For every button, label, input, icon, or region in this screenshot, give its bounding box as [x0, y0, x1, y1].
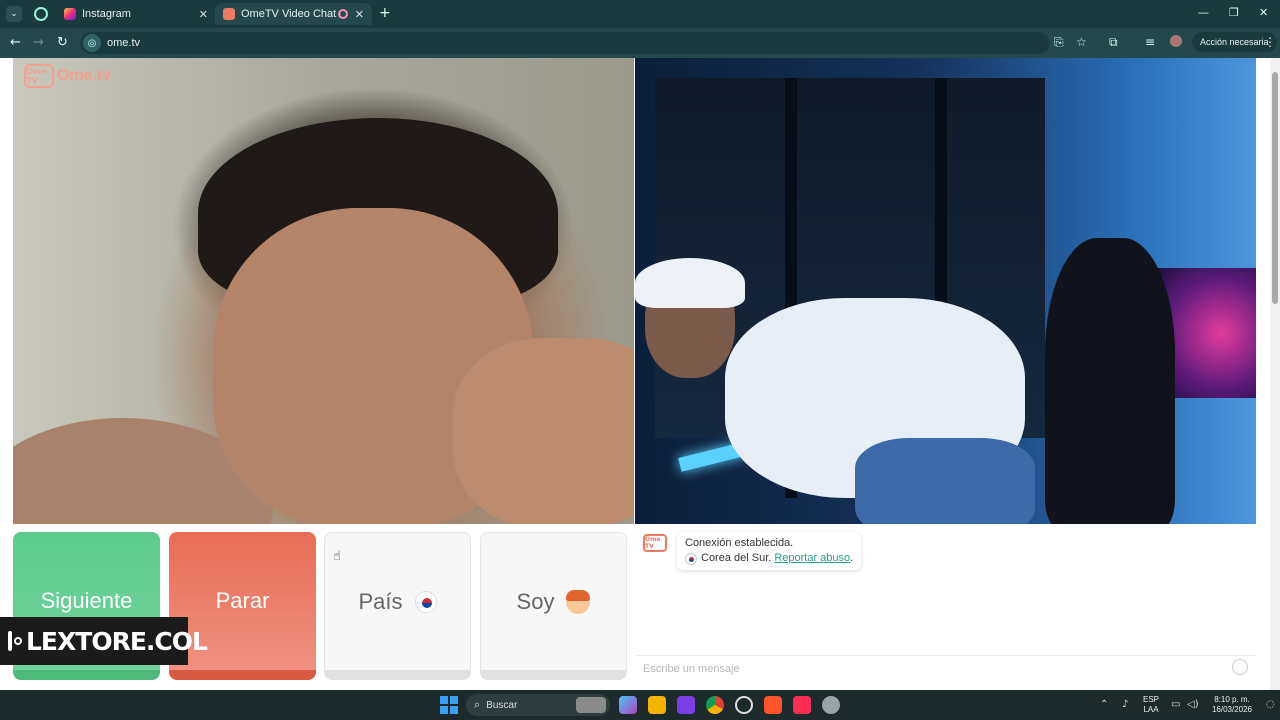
search-highlight-icon	[576, 697, 606, 713]
stop-button[interactable]: Parar	[169, 532, 316, 680]
video-shape	[635, 258, 745, 308]
network-icon[interactable]: ▭	[1171, 699, 1180, 710]
tab-search-chevron-icon[interactable]: ⌄	[6, 6, 22, 22]
instagram-icon	[64, 8, 76, 20]
show-hidden-icons-icon[interactable]: ⌃	[1100, 699, 1108, 710]
gender-button-label: Soy	[516, 588, 555, 614]
hand-cursor-icon: ☝	[333, 549, 341, 564]
chrome-icon[interactable]	[706, 696, 724, 714]
minimize-button[interactable]: —	[1198, 6, 1209, 19]
ometv-logo-badge: Ome TV	[24, 64, 54, 88]
remote-video	[635, 58, 1256, 524]
brave-icon[interactable]	[764, 696, 782, 714]
gender-button[interactable]: Soy	[480, 532, 627, 680]
south-korea-flag-icon	[414, 590, 437, 613]
keyboard-layout: LAA	[1143, 705, 1159, 714]
close-tab-icon[interactable]: ✕	[355, 8, 364, 21]
whatsapp-icon[interactable]	[34, 7, 48, 21]
clock-date: 16/03/2026	[1211, 705, 1253, 714]
ometv-page: Ome TV Ome.tv Siguiente Parar País Soy O…	[0, 58, 1270, 690]
connection-message: Conexión establecida.	[685, 537, 794, 549]
language-indicator[interactable]: ESP LAA	[1143, 695, 1159, 715]
report-abuse-link[interactable]: Reportar abuso	[774, 551, 850, 566]
forward-icon[interactable]: →	[33, 35, 44, 50]
tab-instagram[interactable]: Instagram ✕	[56, 3, 216, 25]
video-shape	[1045, 238, 1175, 524]
country-button-label: País	[358, 588, 403, 614]
instagram-icon	[8, 631, 22, 651]
file-explorer-icon[interactable]	[648, 696, 666, 714]
windows-taskbar: ⌕ Buscar ⌃ ♪ ESP LAA ▭ ◁) 8:10 p. m. 16/…	[0, 690, 1280, 720]
system-message: Conexión establecida. Corea del Sur. Rep…	[677, 532, 862, 570]
clock-time: 8:10 p. m.	[1214, 695, 1250, 704]
browser-tab-bar: ⌄ Instagram ✕ OmeTV Video Chat — Ome ✕ +…	[0, 0, 1280, 28]
back-icon[interactable]: ←	[10, 35, 21, 50]
video-shape	[453, 338, 634, 524]
address-toolbar: ← → ↻ ◎ ome.tv ⎘ ☆ ⧉ ≡	[0, 28, 1280, 58]
message-input[interactable]	[643, 662, 1203, 675]
windows-start-icon[interactable]	[440, 696, 458, 714]
local-video: Ome TV Ome.tv	[13, 58, 634, 524]
close-tab-icon[interactable]: ✕	[199, 8, 208, 21]
next-button-label: Siguiente	[40, 588, 133, 613]
profile-avatar[interactable]	[1170, 35, 1182, 47]
close-window-button[interactable]: ✕	[1259, 6, 1268, 19]
chat-panel: Ome TV Conexión establecida. Corea del S…	[635, 524, 1256, 690]
tiktok-icon[interactable]	[793, 696, 811, 714]
reload-icon[interactable]: ↻	[57, 35, 68, 50]
country-button[interactable]: País	[324, 532, 471, 680]
report-suffix: .	[850, 552, 854, 564]
bookmark-star-icon[interactable]: ☆	[1076, 35, 1087, 49]
notification-bell-icon[interactable]: ◌	[1266, 699, 1275, 710]
copilot-icon[interactable]	[619, 696, 637, 714]
south-korea-flag-icon	[685, 552, 697, 565]
ometv-chat-avatar-icon: Ome TV	[643, 534, 667, 552]
country-message: Corea del Sur.	[701, 552, 772, 564]
language-code: ESP	[1143, 695, 1160, 704]
media-control-icon[interactable]: ≡	[1145, 35, 1155, 49]
boy-avatar-icon	[566, 589, 591, 614]
app-icon[interactable]	[677, 696, 695, 714]
install-app-icon[interactable]: ⎘	[1054, 35, 1064, 50]
search-icon: ⌕	[474, 698, 481, 711]
scrollbar-thumb[interactable]	[1272, 72, 1278, 304]
page-scrollbar[interactable]	[1270, 58, 1280, 690]
video-shape	[855, 438, 1035, 524]
ometv-logo[interactable]: Ome TV Ome.tv	[24, 64, 111, 88]
ometv-favicon-icon	[223, 8, 235, 20]
extensions-icon[interactable]: ⧉	[1109, 35, 1118, 50]
emoji-icon[interactable]	[1232, 659, 1248, 675]
microphone-icon[interactable]: ♪	[1122, 699, 1128, 710]
chat-input-area	[635, 655, 1256, 681]
recording-icon	[338, 9, 348, 19]
ometv-logo-text: Ome.tv	[57, 67, 112, 84]
tab-ometv[interactable]: OmeTV Video Chat — Ome ✕	[215, 3, 372, 25]
search-label: Buscar	[486, 699, 518, 711]
taskbar-search[interactable]: ⌕ Buscar	[466, 694, 610, 716]
url-text[interactable]: ome.tv	[107, 37, 140, 49]
new-tab-button[interactable]: +	[379, 5, 391, 21]
clock-app-icon[interactable]	[735, 696, 753, 714]
lextore-watermark: LEXTORE.COL	[0, 617, 208, 665]
menu-dots-icon[interactable]: ⋮	[1264, 35, 1276, 49]
stop-button-label: Parar	[215, 588, 270, 613]
volume-icon[interactable]: ◁)	[1187, 699, 1199, 710]
restore-button[interactable]: ❐	[1229, 6, 1239, 19]
settings-gear-icon[interactable]	[822, 696, 840, 714]
watermark-text: LEXTORE.COL	[26, 626, 208, 656]
clock[interactable]: 8:10 p. m. 16/03/2026	[1208, 695, 1256, 715]
site-info-icon[interactable]: ◎	[83, 34, 101, 52]
address-bar[interactable]: ◎ ome.tv	[80, 32, 1050, 54]
